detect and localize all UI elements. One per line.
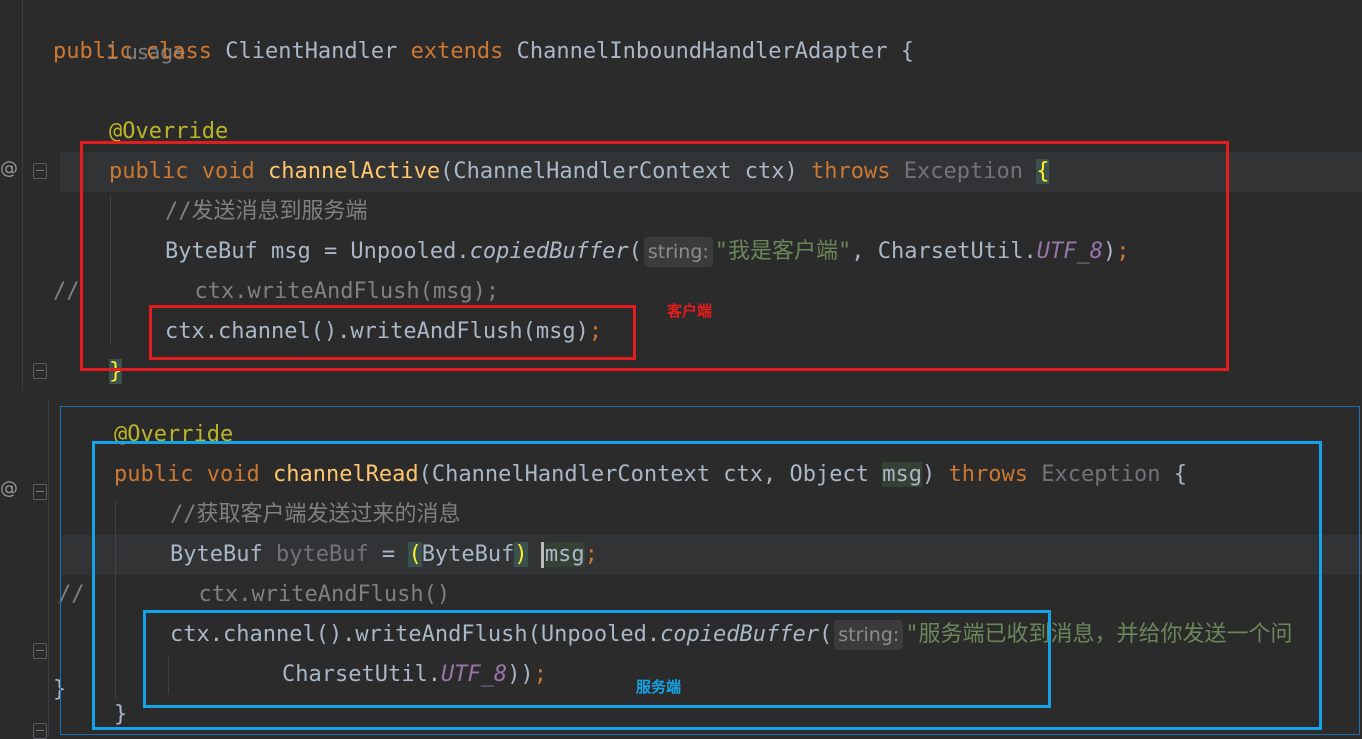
server-label: 服务端	[636, 678, 682, 696]
super-class-name: ChannelInboundHandlerAdapter	[516, 39, 888, 64]
class-name: ClientHandler	[225, 39, 398, 64]
keyword: public	[53, 39, 133, 64]
override-method-icon[interactable]: @	[0, 478, 18, 499]
gutter-divider	[22, 0, 23, 390]
fold-toggle-icon[interactable]	[33, 723, 47, 739]
override-method-icon[interactable]: @	[0, 158, 18, 179]
fold-toggle-icon[interactable]	[33, 163, 47, 179]
code-editor[interactable]: @ @ 1 usage public class ClientHandler e…	[0, 0, 1362, 739]
code-line-class[interactable]: public class ClientHandler extends Chann…	[53, 32, 914, 72]
gutter-divider-lower	[48, 400, 49, 735]
fold-toggle-icon[interactable]	[33, 363, 47, 379]
client-label: 客户端	[667, 302, 713, 320]
brace: {	[900, 39, 914, 64]
usage-hint-line: 1 usage	[53, 0, 185, 64]
client-flush-highlight-box	[149, 305, 636, 360]
comment-slashes: //	[53, 279, 80, 304]
fold-toggle-icon[interactable]	[33, 643, 47, 659]
server-flush-highlight-box	[143, 610, 1051, 708]
keyword: class	[145, 39, 212, 64]
fold-toggle-icon[interactable]	[33, 484, 47, 500]
keyword: extends	[410, 39, 504, 64]
